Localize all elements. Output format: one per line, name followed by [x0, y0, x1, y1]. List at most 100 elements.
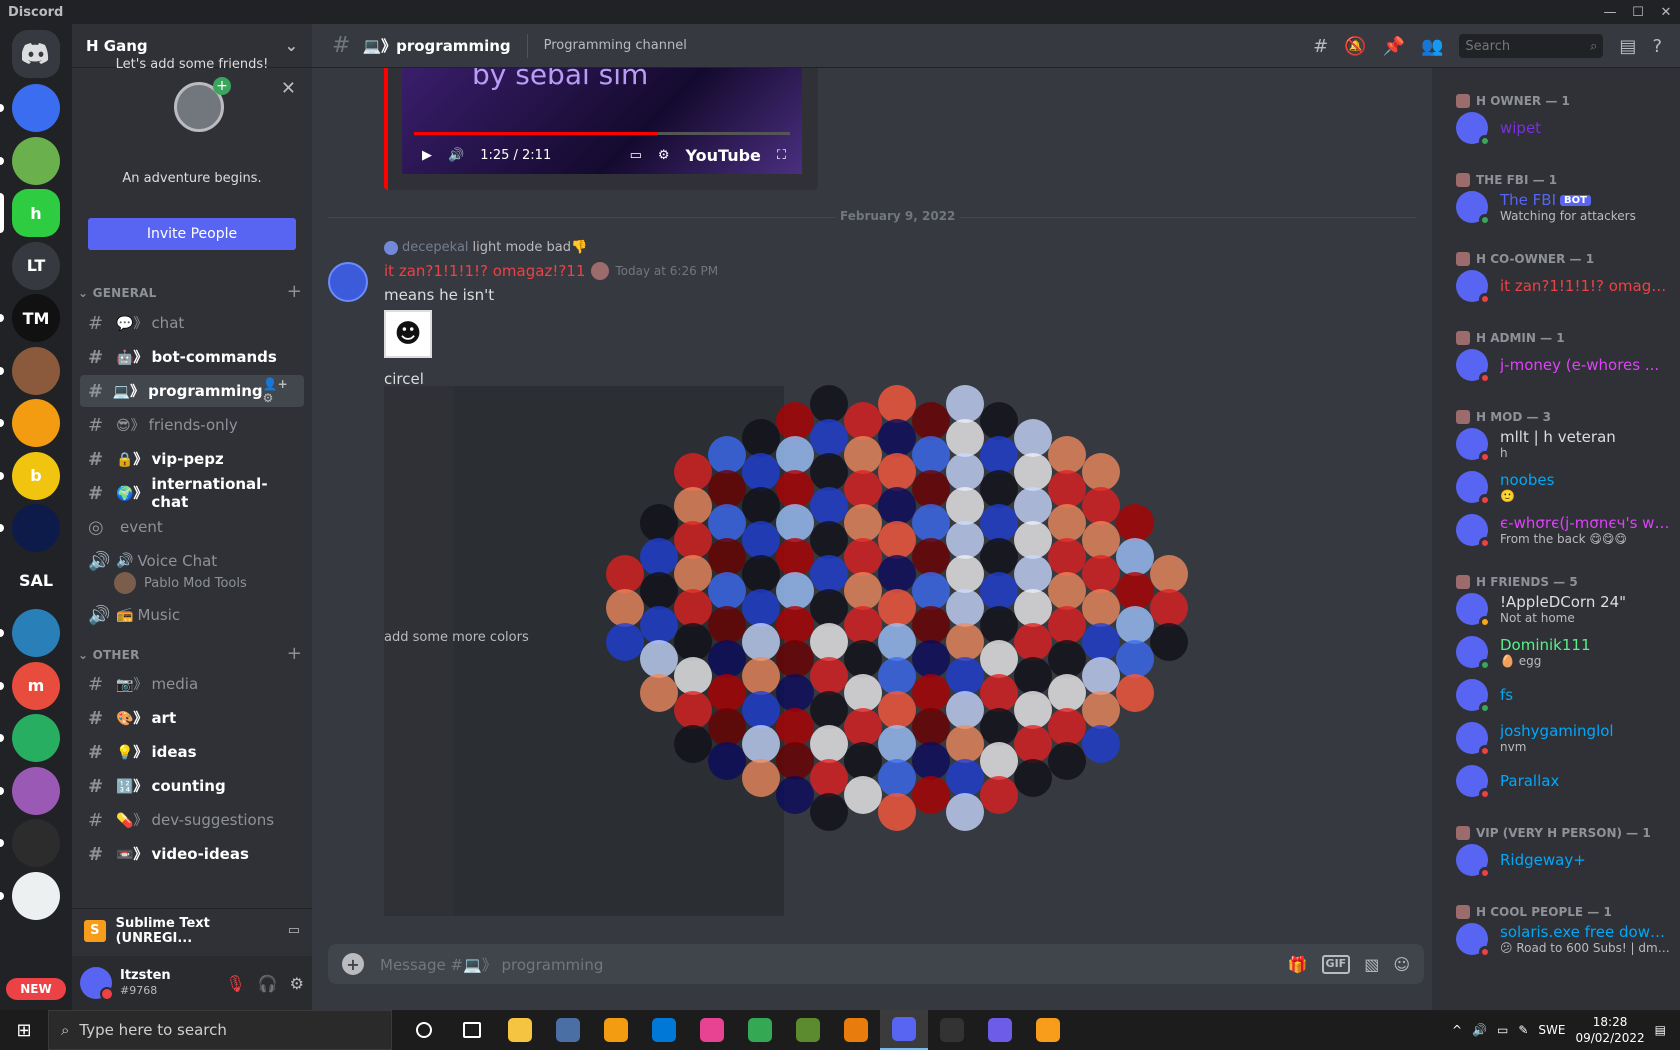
sticker-icon[interactable]: ▧: [1364, 955, 1379, 974]
member-item[interactable]: joshygaminglol nvm: [1456, 722, 1672, 757]
notifications-icon[interactable]: ▤: [1655, 1023, 1666, 1037]
channel-bot-commands[interactable]: # 🤖》 bot-commands: [80, 341, 304, 373]
screen-share-icon[interactable]: ▭: [288, 923, 300, 938]
member-item[interactable]: fs: [1456, 679, 1672, 714]
screenshot-attachment[interactable]: add some more colors: [384, 386, 784, 916]
volume-icon[interactable]: 🔊: [1472, 1023, 1487, 1037]
activity-panel[interactable]: S Sublime Text (UNREGI... ▭: [72, 908, 312, 952]
member-item[interactable]: !AppleDCorn 24" Not at home: [1456, 593, 1672, 628]
composer-placeholder[interactable]: Message #💻》 programming: [380, 954, 603, 975]
gif-icon[interactable]: GIF: [1321, 954, 1351, 974]
chevron-up-icon[interactable]: ^: [1452, 1023, 1462, 1037]
member-item[interactable]: wipet: [1456, 112, 1672, 147]
channel-friends-only[interactable]: # 😎》 friends-only: [80, 409, 304, 441]
voice-user[interactable]: Pablo Mod Tools: [114, 572, 247, 594]
server-icon[interactable]: m: [12, 661, 60, 710]
server-icon[interactable]: h: [12, 189, 60, 237]
threads-icon[interactable]: #: [1313, 36, 1328, 57]
close-window-icon[interactable]: ✕: [1652, 0, 1680, 24]
vr-app-icon[interactable]: [544, 1010, 592, 1050]
member-item[interactable]: Ridgeway+: [1456, 844, 1672, 879]
volume-icon[interactable]: 🔊: [448, 148, 464, 163]
fullscreen-icon[interactable]: ⛶: [777, 148, 786, 163]
notification-bell-icon[interactable]: 🔕: [1344, 36, 1366, 57]
reply-reference[interactable]: decepekal light mode bad👎: [384, 240, 587, 255]
channel-art[interactable]: # 🎨》 art: [80, 702, 304, 734]
member-list-icon[interactable]: 👥: [1421, 36, 1443, 57]
minimize-icon[interactable]: —: [1596, 0, 1624, 24]
cortana-icon[interactable]: [400, 1010, 448, 1050]
server-icon[interactable]: b: [12, 451, 60, 500]
server-icon[interactable]: [12, 504, 60, 552]
windows-start-icon[interactable]: ⊞: [0, 1010, 48, 1050]
terminal-icon[interactable]: [928, 1010, 976, 1050]
member-item[interactable]: noobes 🙂: [1456, 471, 1672, 506]
invite-people-button[interactable]: Invite People: [88, 218, 296, 250]
discord-home-icon[interactable]: [12, 30, 60, 78]
server-icon[interactable]: [12, 609, 60, 657]
osu-icon[interactable]: [688, 1010, 736, 1050]
channel-ideas[interactable]: # 💡》 ideas: [80, 736, 304, 768]
member-item[interactable]: it zan?1!1!1!? omagaz!?11: [1456, 270, 1672, 305]
channel-chat[interactable]: # 💬》 chat: [80, 307, 304, 339]
store-icon[interactable]: [640, 1010, 688, 1050]
server-icon[interactable]: [12, 714, 60, 762]
channel-video-ideas[interactable]: # 📼》 video-ideas: [80, 838, 304, 870]
video-player[interactable]: by sebai sim ▶ 🔊 1:25 / 2:11 ▭ ⚙ YouTube…: [402, 68, 802, 174]
channel-media[interactable]: # 📷》 media: [80, 668, 304, 700]
channel-counting[interactable]: # 🔢》 counting: [80, 770, 304, 802]
add-channel-icon[interactable]: +: [287, 645, 302, 663]
captions-icon[interactable]: ▭: [630, 148, 642, 163]
add-attachment-icon[interactable]: +: [342, 953, 364, 975]
channel-music[interactable]: 🔊 📻 Music: [80, 599, 304, 631]
settings-hd-icon[interactable]: ⚙: [658, 148, 670, 163]
member-item[interactable]: The FBI BOT Watching for attackers: [1456, 191, 1672, 226]
play-icon[interactable]: ▶: [422, 148, 432, 163]
server-icon[interactable]: LT: [12, 241, 60, 290]
close-icon[interactable]: ✕: [281, 78, 296, 99]
message-composer[interactable]: + Message #💻》 programming 🎁 GIF ▧ ☺: [328, 944, 1424, 984]
blender-icon[interactable]: [832, 1010, 880, 1050]
search-input[interactable]: Search ⌕: [1459, 34, 1604, 58]
task-view-icon[interactable]: [448, 1010, 496, 1050]
taskbar-search-input[interactable]: ⌕ Type here to search: [48, 1010, 392, 1050]
emoji-icon[interactable]: ☺: [1393, 955, 1410, 974]
member-item[interactable]: є-whσrє(j-mσnєч's wif... From the back 😋😋…: [1456, 514, 1672, 549]
maximize-icon[interactable]: ☐: [1624, 0, 1652, 24]
inbox-icon[interactable]: ▤: [1619, 36, 1636, 57]
category-other[interactable]: ⌄ OTHER +: [78, 645, 302, 663]
server-icon[interactable]: [12, 84, 60, 132]
server-icon[interactable]: [12, 346, 60, 395]
category-general[interactable]: ⌄ GENERAL +: [78, 283, 302, 301]
sublime-text-icon[interactable]: [1024, 1010, 1072, 1050]
network-icon[interactable]: ▭: [1497, 1023, 1508, 1037]
server-icon[interactable]: TM: [12, 294, 60, 342]
settings-gear-icon[interactable]: ⚙: [290, 974, 304, 993]
youtube-logo[interactable]: YouTube: [686, 146, 761, 165]
video-progress[interactable]: [414, 132, 790, 135]
headphones-icon[interactable]: 🎧: [258, 974, 278, 993]
member-item[interactable]: solaris.exe free downl... 😕 Road to 600 S…: [1456, 923, 1672, 958]
help-icon[interactable]: ?: [1652, 36, 1662, 57]
avatar[interactable]: [328, 262, 368, 302]
server-icon[interactable]: [12, 136, 60, 185]
minecraft-icon[interactable]: [784, 1010, 832, 1050]
avatar[interactable]: [80, 967, 114, 1001]
pin-icon[interactable]: 📌: [1383, 36, 1405, 57]
mute-mic-icon[interactable]: 🎙: [225, 974, 245, 993]
add-channel-icon[interactable]: +: [287, 283, 302, 301]
member-item[interactable]: mllt | h veteran h: [1456, 428, 1672, 463]
chrome-icon[interactable]: [736, 1010, 784, 1050]
trollface-emoji-image[interactable]: ☻: [384, 310, 432, 358]
pen-icon[interactable]: ✎: [1518, 1023, 1528, 1037]
member-item[interactable]: Dominik111 🥚 egg: [1456, 636, 1672, 671]
server-icon[interactable]: [12, 766, 60, 815]
member-item[interactable]: Parallax: [1456, 765, 1672, 800]
discord-icon[interactable]: [880, 1010, 928, 1050]
channel-event[interactable]: ◎ event: [80, 511, 304, 543]
fl-studio-icon[interactable]: [592, 1010, 640, 1050]
channel-international-chat[interactable]: # 🌍》 international-chat: [80, 475, 304, 511]
channel-vip-pepz[interactable]: # 🔒》 vip-pepz: [80, 443, 304, 475]
message-list[interactable]: by sebai sim ▶ 🔊 1:25 / 2:11 ▭ ⚙ YouTube…: [312, 68, 1432, 940]
channel-settings-icon[interactable]: 👤+ ⚙: [263, 377, 296, 405]
